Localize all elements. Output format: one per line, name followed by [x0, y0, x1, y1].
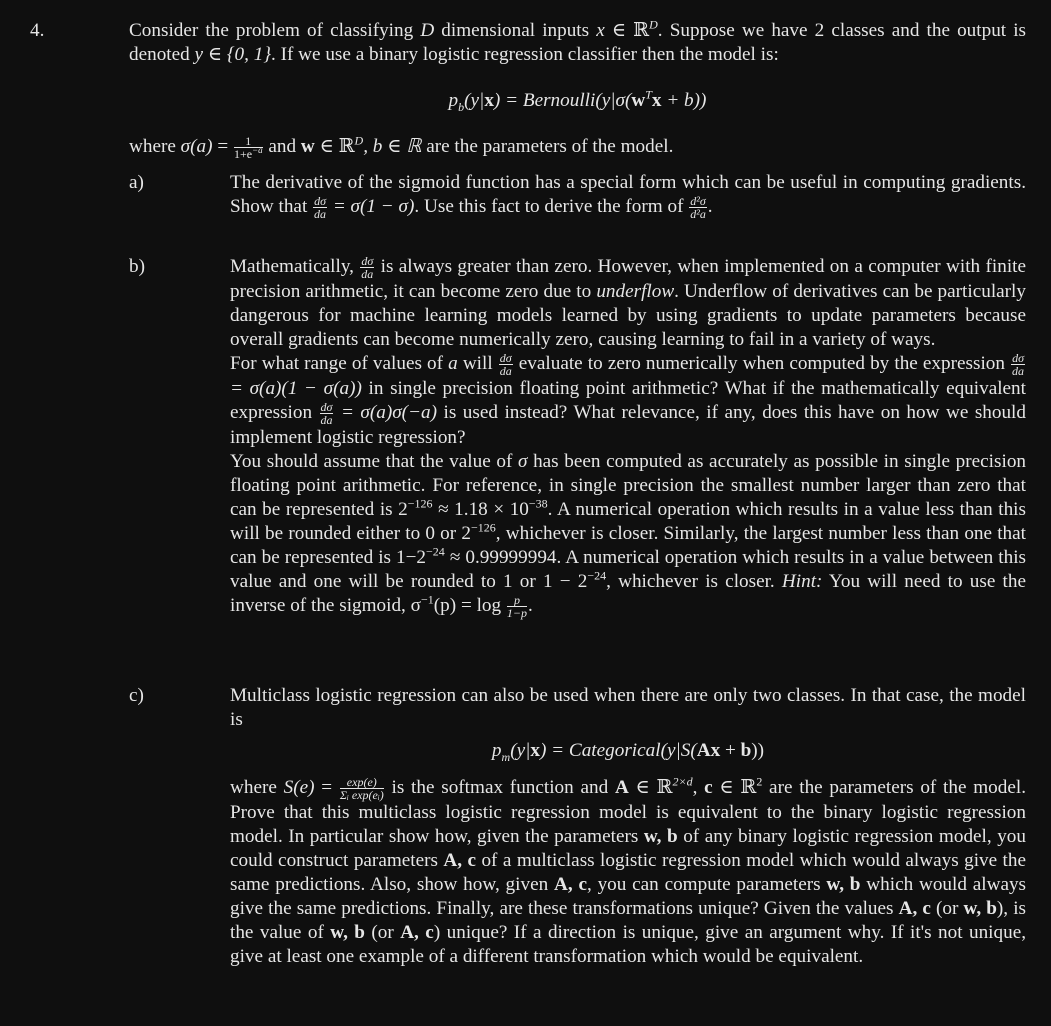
dsigma-da-fraction: dσ da [313, 194, 328, 222]
dsigma-da-fraction: dσ da [498, 351, 513, 379]
part-b-paragraph-1: Mathematically, dσ da is always greater t… [230, 254, 1026, 351]
part-a-label: a) [129, 172, 144, 193]
intro-paragraph: Consider the problem of classifying D di… [129, 17, 1027, 65]
part-b-text: Mathematically, dσ da is always greater t… [230, 255, 1026, 619]
part-b-paragraph-3: You should assume that the value of σ ha… [230, 451, 1027, 621]
dsigma-da-fraction: dσ da [1011, 351, 1025, 379]
part-c-label: c) [129, 685, 144, 706]
where-sigma-definition: where σ(a) = 1 1+e−a and w ∈ ℝD, b ∈ ℝ ar… [129, 133, 674, 162]
part-a-text: The derivative of the sigmoid function h… [230, 172, 1026, 222]
part-b-label: b) [129, 256, 145, 277]
binary-model-equation: pb(y|x) = Bernoulli(y|σ(wTx + b)) [448, 87, 707, 114]
problem-intro: Consider the problem of classifying D di… [129, 19, 1026, 160]
problem-number: 4. [30, 20, 45, 41]
part-c-paragraph-2: where S(e) = exp(e) Σᵢ exp(eᵢ) is the sof… [230, 774, 1027, 968]
d2sigma-d2a-fraction: d²σ d²a [689, 194, 707, 222]
multiclass-model-equation: pm(y|x) = Categorical(y|S(Ax + b)) [491, 740, 765, 764]
softmax-fraction: exp(e) Σᵢ exp(eᵢ) [339, 775, 384, 803]
sigmoid-fraction: 1 1+e−a [233, 134, 263, 162]
part-b-paragraph-2: For what range of values of a will dσ da … [230, 351, 1026, 449]
dsigma-da-fraction: dσ da [319, 400, 334, 428]
part-c-paragraph-1: Multiclass logistic regression can also … [230, 685, 1026, 730]
dsigma-da-fraction: dσ da [360, 254, 375, 282]
p-over-1-minus-p-fraction: p 1−p [506, 593, 527, 621]
part-c-text: Multiclass logistic regression can also … [230, 684, 1026, 969]
